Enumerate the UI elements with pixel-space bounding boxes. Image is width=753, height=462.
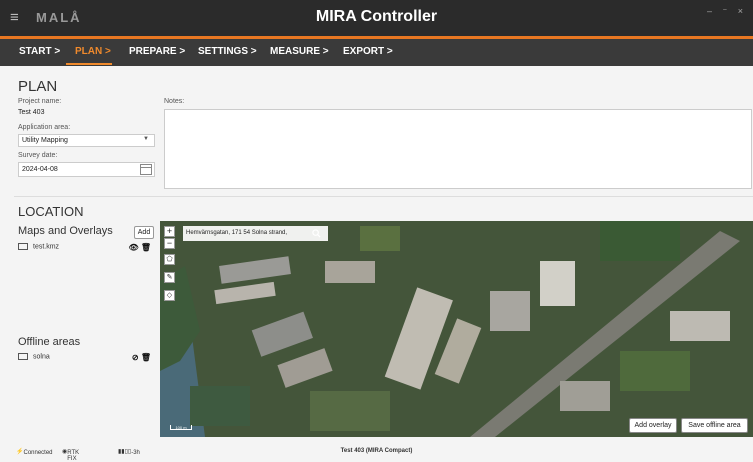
ruler-tool-icon[interactable]: ✎ [164, 272, 175, 283]
chevron-down-icon: ▼ [143, 136, 149, 142]
tab-prepare[interactable]: PREPARE > [129, 46, 185, 57]
tab-measure[interactable]: MEASURE > [270, 46, 329, 57]
add-overlay-file-button[interactable]: Add [134, 226, 154, 239]
notes-label: Notes: [164, 98, 185, 105]
zoom-controls: + − [164, 226, 175, 250]
device-status: Test 403 (MIRA Compact) [340, 448, 413, 454]
active-tab-indicator [66, 63, 112, 65]
polygon-tool-icon[interactable]: ⬠ [164, 254, 175, 265]
tab-settings[interactable]: SETTINGS > [198, 46, 257, 57]
map-imagery [160, 221, 753, 437]
project-name-value[interactable]: Test 403 [18, 109, 44, 116]
search-icon[interactable] [312, 229, 321, 238]
zoom-out-button[interactable]: − [164, 238, 175, 249]
application-area-select[interactable]: Utility Mapping ▼ [18, 134, 155, 147]
survey-date-field[interactable]: 2024-04-08 [18, 162, 155, 177]
window-controls[interactable]: – ⁻ × [707, 6, 747, 17]
layer-tool-icon[interactable]: ◇ [164, 290, 175, 301]
map-icon [18, 353, 28, 360]
trash-icon[interactable]: 🗑 [141, 353, 151, 362]
trash-icon[interactable]: 🗑 [141, 243, 151, 252]
application-area-label: Application area: [18, 124, 71, 131]
add-overlay-button[interactable]: Add overlay [629, 418, 677, 433]
maps-overlays-heading: Maps and Overlays [18, 225, 113, 237]
tab-export[interactable]: EXPORT > [343, 46, 393, 57]
eye-off-icon[interactable]: ⊘ [132, 353, 139, 362]
map-search-input[interactable]: Hemvärnsgatan, 171 54 Solna strand, [183, 226, 328, 241]
map-icon [18, 243, 28, 250]
tab-start[interactable]: START > [19, 46, 60, 57]
status-bar: ⚡ Connected ◉ RTK FIX ▮▮▯▯ -3h Test 403 … [0, 446, 753, 462]
overlay-item-name: test.kmz [33, 243, 60, 251]
location-heading: LOCATION [18, 204, 84, 219]
section-divider [14, 196, 753, 197]
save-offline-area-button[interactable]: Save offline area [681, 418, 748, 433]
plan-heading: PLAN [18, 78, 58, 95]
eye-icon[interactable]: 👁 [128, 243, 138, 252]
survey-date-value: 2024-04-08 [22, 166, 58, 173]
notes-textarea[interactable] [164, 109, 752, 189]
application-area-value: Utility Mapping [22, 137, 68, 144]
title-bar: ≡ MALÅ MIRA Controller – ⁻ × [0, 0, 753, 36]
offline-areas-heading: Offline areas [18, 336, 81, 348]
zoom-in-button[interactable]: + [164, 226, 175, 237]
tab-plan[interactable]: PLAN > [75, 46, 111, 57]
offline-area-name: solna [33, 353, 50, 361]
map-scale-bar: 100 m [170, 425, 192, 430]
satellite-map[interactable] [160, 221, 753, 437]
project-name-label: Project name: [18, 98, 62, 105]
nav-bar: START > PLAN > PREPARE > SETTINGS > MEAS… [0, 39, 753, 66]
window-title: MIRA Controller [315, 8, 438, 25]
overlay-item[interactable]: test.kmz 👁 🗑 [18, 243, 155, 255]
calendar-icon[interactable] [140, 164, 152, 175]
offline-area-item[interactable]: solna ⊘ 🗑 [18, 353, 155, 365]
survey-date-label: Survey date: [18, 152, 58, 159]
